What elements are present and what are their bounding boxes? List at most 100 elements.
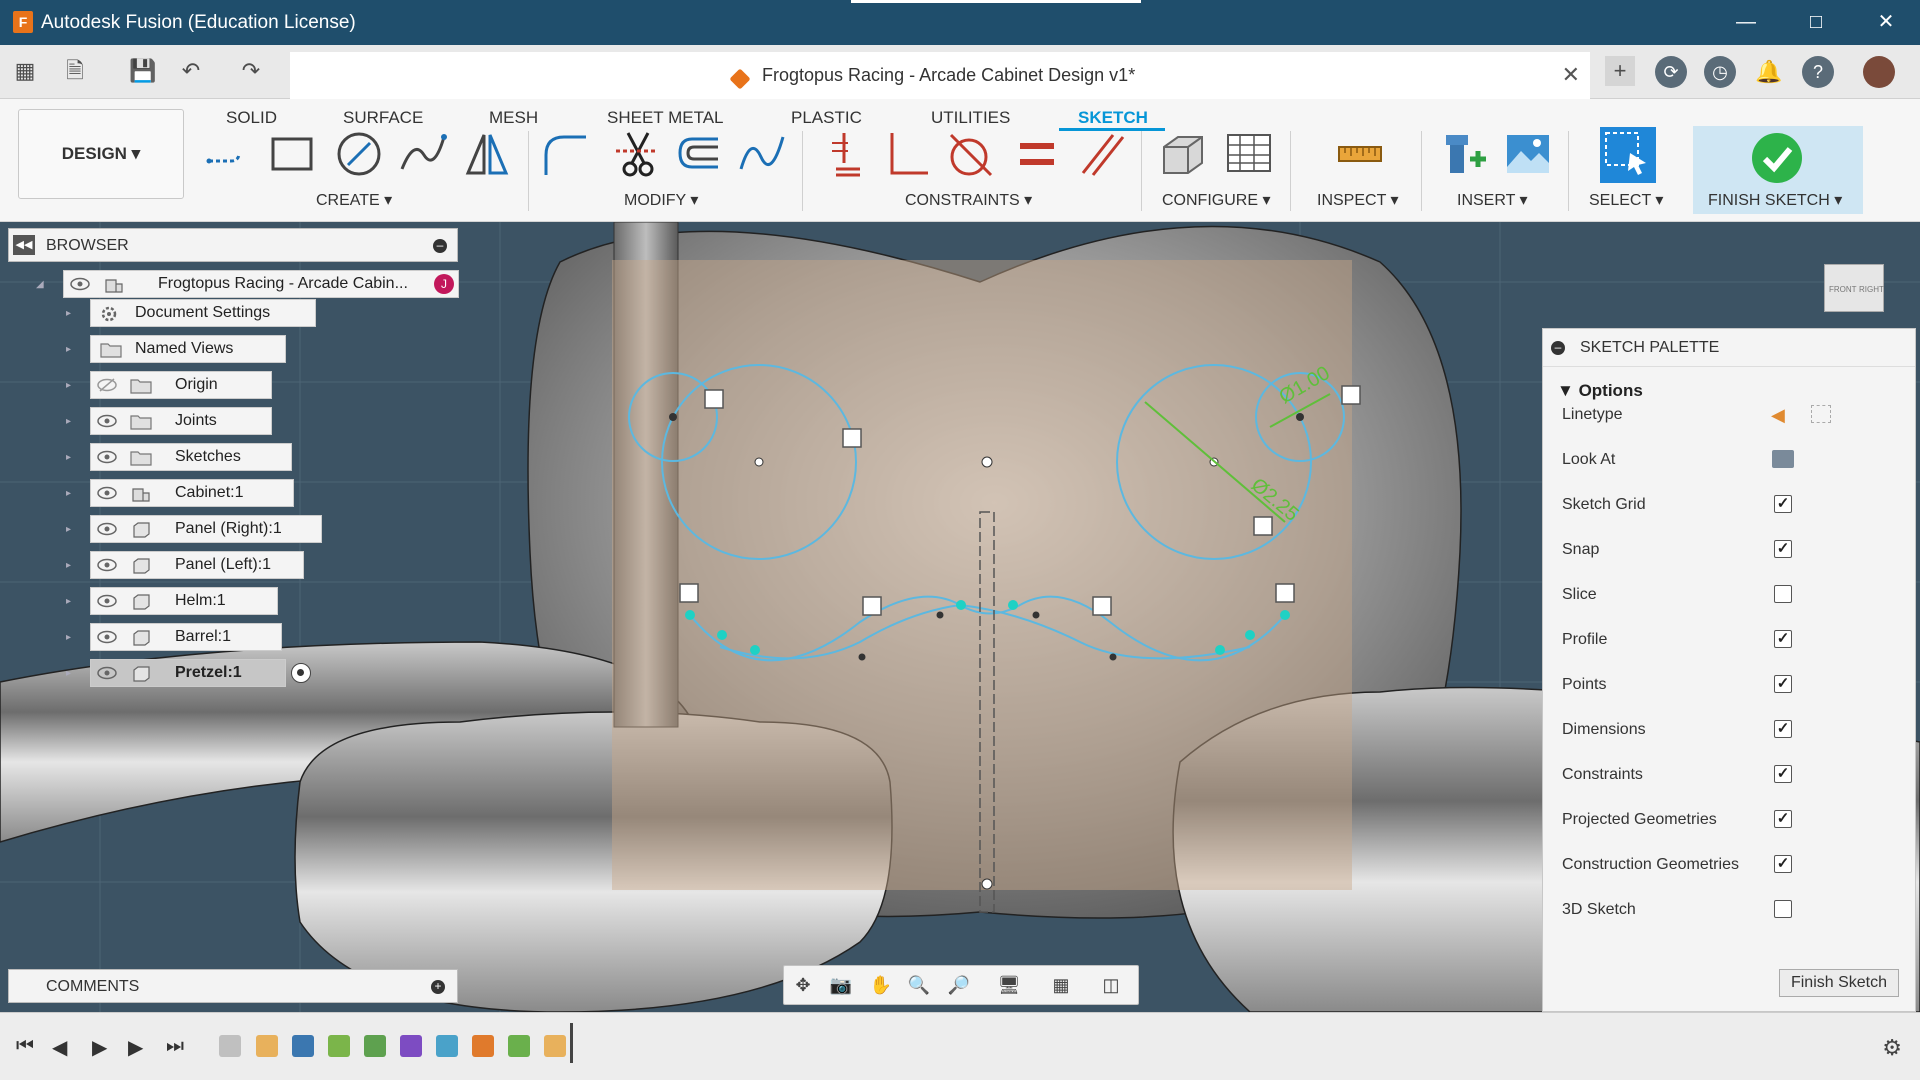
record-badge-icon[interactable]: J [434,274,454,294]
option-checkbox[interactable] [1774,585,1792,603]
finish-sketch-group[interactable]: FINISH SKETCH ▾ [1693,126,1863,214]
coincident-constraint-icon[interactable] [818,129,868,179]
select-tool-icon[interactable] [1600,127,1656,183]
expand-item-icon[interactable]: ▸ [66,596,76,607]
rectangle-tool-icon[interactable] [267,129,317,179]
visibility-eye-icon[interactable] [97,413,117,429]
timeline-fillet-icon[interactable] [508,1035,530,1057]
insert-group-label[interactable]: INSERT ▾ [1457,190,1528,210]
change-parameters-icon[interactable] [1158,129,1208,179]
activate-radio-icon[interactable] [291,663,311,683]
expand-item-icon[interactable]: ▸ [66,416,76,427]
inspect-group-label[interactable]: INSPECT ▾ [1317,190,1399,210]
timeline-extrude-icon[interactable] [292,1035,314,1057]
browser-item[interactable]: Cabinet:1 [90,479,294,507]
job-status-icon[interactable]: ⟳ [1655,56,1687,88]
file-menu-icon[interactable]: 🗎 [60,56,90,86]
look-at-icon[interactable] [1772,450,1794,468]
trim-tool-icon[interactable] [612,129,662,179]
browser-item[interactable]: Joints [90,407,272,435]
option-checkbox[interactable]: ✓ [1774,855,1792,873]
circle-tool-icon[interactable] [334,129,384,179]
expand-item-icon[interactable]: ▸ [66,632,76,643]
perpendicular-constraint-icon[interactable] [882,129,932,179]
sketch-palette-header[interactable]: – SKETCH PALETTE [1543,329,1915,367]
timeline-loft-icon[interactable] [364,1035,386,1057]
step-forward-icon[interactable]: ▶ [128,1035,143,1060]
spline-tool-icon[interactable] [398,129,448,179]
configure-table-icon[interactable] [1224,129,1274,179]
notification-bell-icon[interactable]: 🔔 [1753,56,1785,88]
option-checkbox[interactable]: ✓ [1774,765,1792,783]
expand-item-icon[interactable]: ▸ [66,452,76,463]
create-group-label[interactable]: CREATE ▾ [316,190,392,210]
expand-item-icon[interactable]: ▸ [66,524,76,535]
expand-item-icon[interactable]: ▸ [66,308,76,319]
maximize-button[interactable]: □ [1786,0,1846,45]
modify-group-label[interactable]: MODIFY ▾ [624,190,698,210]
visibility-eye-icon[interactable] [97,557,117,573]
browser-header[interactable]: ◀◀ BROWSER – [8,228,458,262]
timeline-split-icon[interactable] [436,1035,458,1057]
timeline-active-sketch-icon[interactable] [544,1035,566,1057]
new-tab-icon[interactable]: + [1605,56,1635,86]
zoom-icon[interactable]: 🔍 [904,975,934,997]
browser-item[interactable]: Sketches [90,443,292,471]
go-to-end-icon[interactable]: ⏭ [166,1035,184,1058]
save-icon[interactable]: 💾 [128,56,158,86]
browser-root-item[interactable]: Frogtopus Racing - Arcade Cabin... J [63,270,459,298]
play-icon[interactable]: ▶ [92,1035,107,1060]
browser-item[interactable]: Named Views [90,335,286,363]
close-window-button[interactable]: ✕ [1856,0,1916,45]
tab-plastic[interactable]: PLASTIC [791,108,862,128]
fit-zoom-icon[interactable]: 🔎 [944,975,974,997]
visibility-eye-icon[interactable] [97,665,117,681]
expand-item-icon[interactable]: ▸ [66,488,76,499]
option-checkbox[interactable]: ✓ [1774,675,1792,693]
parallel-constraint-icon[interactable] [1077,129,1127,179]
visibility-eye-icon[interactable] [70,276,90,292]
mirror-tool-icon[interactable] [462,129,512,179]
insert-mesh-icon[interactable] [1438,129,1488,179]
select-group-label[interactable]: SELECT ▾ [1589,190,1663,210]
display-settings-icon[interactable]: 🖥 [994,975,1024,997]
add-comment-icon[interactable]: + [431,980,445,994]
insert-canvas-icon[interactable] [1503,129,1553,179]
pan-hand-icon[interactable]: ✋ [866,975,896,997]
visibility-eye-icon[interactable] [97,593,117,609]
browser-item[interactable]: Panel (Left):1 [90,551,304,579]
palette-minimize-icon[interactable]: – [1551,341,1565,355]
visibility-eye-icon[interactable] [97,485,117,501]
tab-mesh[interactable]: MESH [489,108,538,128]
undo-icon[interactable]: ↶ [176,56,206,86]
tab-utilities[interactable]: UTILITIES [931,108,1010,128]
linetype-construction-icon[interactable]: ◀ [1771,405,1785,426]
tab-surface[interactable]: SURFACE [343,108,423,128]
equal-constraint-icon[interactable] [1012,129,1062,179]
timeline-form-icon[interactable] [400,1035,422,1057]
visibility-eye-icon[interactable] [97,629,117,645]
line-tool-icon[interactable] [205,129,255,179]
document-tab[interactable]: Frogtopus Racing - Arcade Cabinet Design… [290,52,1590,99]
expand-item-icon[interactable]: ▸ [66,344,76,355]
timeline-component-icon[interactable] [219,1035,241,1057]
expand-item-icon[interactable]: ▸ [66,668,76,679]
collapse-browser-icon[interactable]: ◀◀ [13,235,35,255]
option-checkbox[interactable] [1774,900,1792,918]
app-grid-icon[interactable]: ▦ [10,56,40,86]
hidden-eye-icon[interactable] [97,377,117,393]
tab-solid[interactable]: SOLID [226,108,277,128]
visibility-eye-icon[interactable] [97,449,117,465]
configure-group-label[interactable]: CONFIGURE ▾ [1162,190,1270,210]
browser-item[interactable]: Document Settings [90,299,316,327]
browser-item[interactable]: Barrel:1 [90,623,282,651]
redo-icon[interactable]: ↷ [236,56,266,86]
option-checkbox[interactable]: ✓ [1774,630,1792,648]
measure-icon[interactable] [1335,129,1385,179]
browser-item[interactable]: Helm:1 [90,587,278,615]
timeline-marker[interactable] [570,1023,573,1063]
constraints-group-label[interactable]: CONSTRAINTS ▾ [905,190,1032,210]
visibility-eye-icon[interactable] [97,521,117,537]
comments-panel[interactable]: COMMENTS + [8,969,458,1003]
help-icon[interactable]: ? [1802,56,1834,88]
